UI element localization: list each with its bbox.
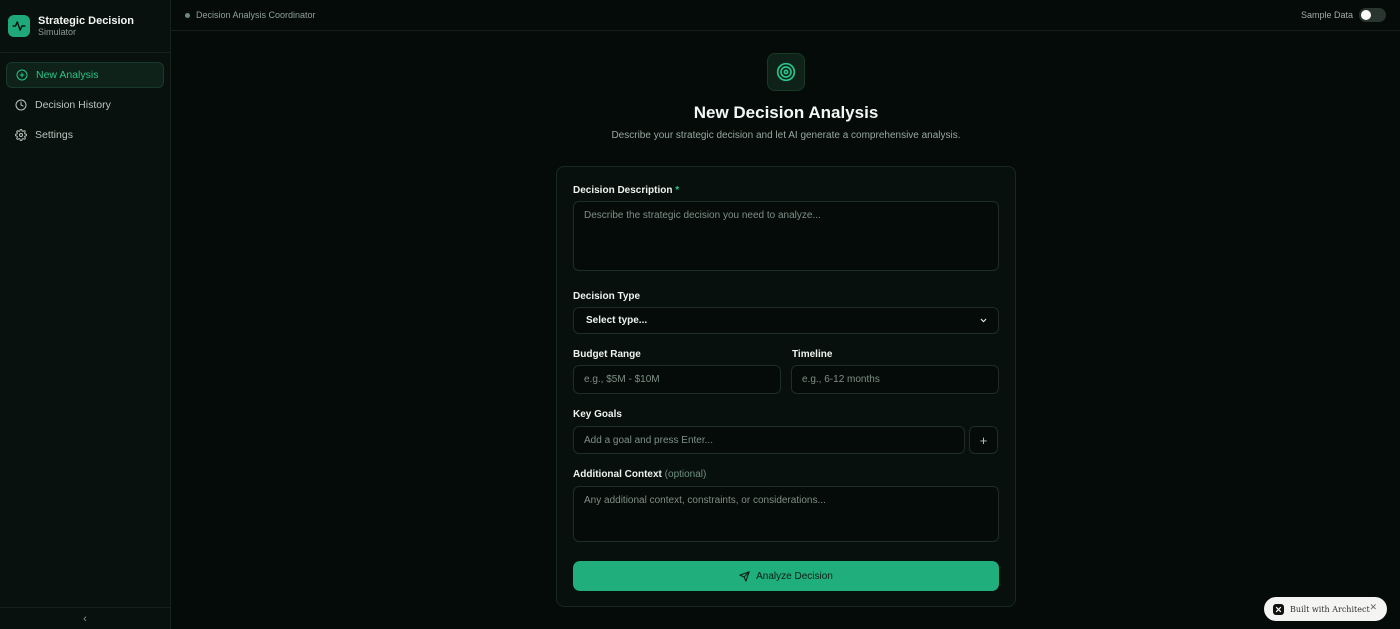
decision-type-label: Decision Type (573, 291, 641, 302)
sidebar-item-label: New Analysis (36, 69, 99, 81)
sample-data-label: Sample Data (1300, 10, 1353, 20)
architect-logo-icon (1273, 603, 1284, 615)
activity-icon (8, 15, 30, 37)
plus-circle-icon (16, 69, 28, 81)
brand-title: Strategic Decision (38, 14, 134, 27)
chevron-down-icon (980, 318, 987, 323)
key-goal-input[interactable] (573, 426, 965, 454)
gear-icon (15, 129, 27, 141)
page-subtitle: Describe your strategic decision and let… (611, 130, 961, 141)
optional-tag: (optional) (664, 469, 707, 480)
sidebar-item-new-analysis[interactable]: New Analysis (6, 62, 164, 88)
context-label-text: Additional Context (573, 469, 662, 480)
send-icon (739, 570, 750, 582)
context-label: Additional Context (optional) (573, 469, 706, 480)
timeline-input[interactable] (791, 365, 999, 394)
brand-subtitle: Simulator (38, 27, 77, 38)
decision-type-selected: Select type... (586, 315, 648, 326)
built-with-badge[interactable]: Built with Architect ✕ (1264, 597, 1387, 621)
analyze-decision-button[interactable]: Analyze Decision (573, 561, 999, 591)
sidebar: Strategic Decision Simulator New Analysi… (0, 0, 171, 629)
close-icon[interactable]: ✕ (1369, 603, 1377, 613)
key-goals-label: Key Goals (573, 409, 622, 420)
page-title: New Decision Analysis (693, 103, 879, 122)
breadcrumb: Decision Analysis Coordinator (196, 10, 316, 20)
sidebar-item-settings[interactable]: Settings (6, 122, 164, 148)
sample-data-toggle[interactable] (1359, 8, 1386, 22)
sidebar-item-decision-history[interactable]: Decision History (6, 92, 164, 118)
decision-description-input[interactable] (573, 201, 999, 271)
status-dot-icon (185, 12, 190, 18)
sidebar-item-label: Settings (35, 129, 73, 141)
budget-range-input[interactable] (573, 365, 781, 394)
topbar: Decision Analysis Coordinator Sample Dat… (171, 0, 1400, 31)
sample-data-control: Sample Data (1301, 8, 1386, 22)
clock-icon (15, 99, 27, 111)
collapse-sidebar-button[interactable]: ‹ (0, 607, 170, 629)
sidebar-nav: New Analysis Decision History Settings (0, 53, 170, 161)
description-label: Decision Description * (573, 185, 679, 196)
sidebar-item-label: Decision History (35, 99, 111, 111)
target-icon (767, 53, 805, 91)
built-with-label: Built with Architect (1290, 604, 1370, 614)
description-label-text: Decision Description (573, 185, 673, 196)
add-goal-button[interactable]: + (969, 426, 998, 454)
decision-type-select[interactable]: Select type... (573, 307, 999, 334)
timeline-label: Timeline (792, 349, 833, 360)
budget-label: Budget Range (573, 349, 641, 360)
additional-context-input[interactable] (573, 486, 999, 542)
decision-form-card: Decision Description * Decision Type Sel… (556, 166, 1016, 607)
plus-icon: + (979, 432, 988, 448)
brand: Strategic Decision Simulator (0, 0, 170, 53)
required-mark: * (675, 185, 680, 196)
chevron-left-icon: ‹ (83, 612, 87, 625)
analyze-decision-label: Analyze Decision (756, 570, 833, 582)
